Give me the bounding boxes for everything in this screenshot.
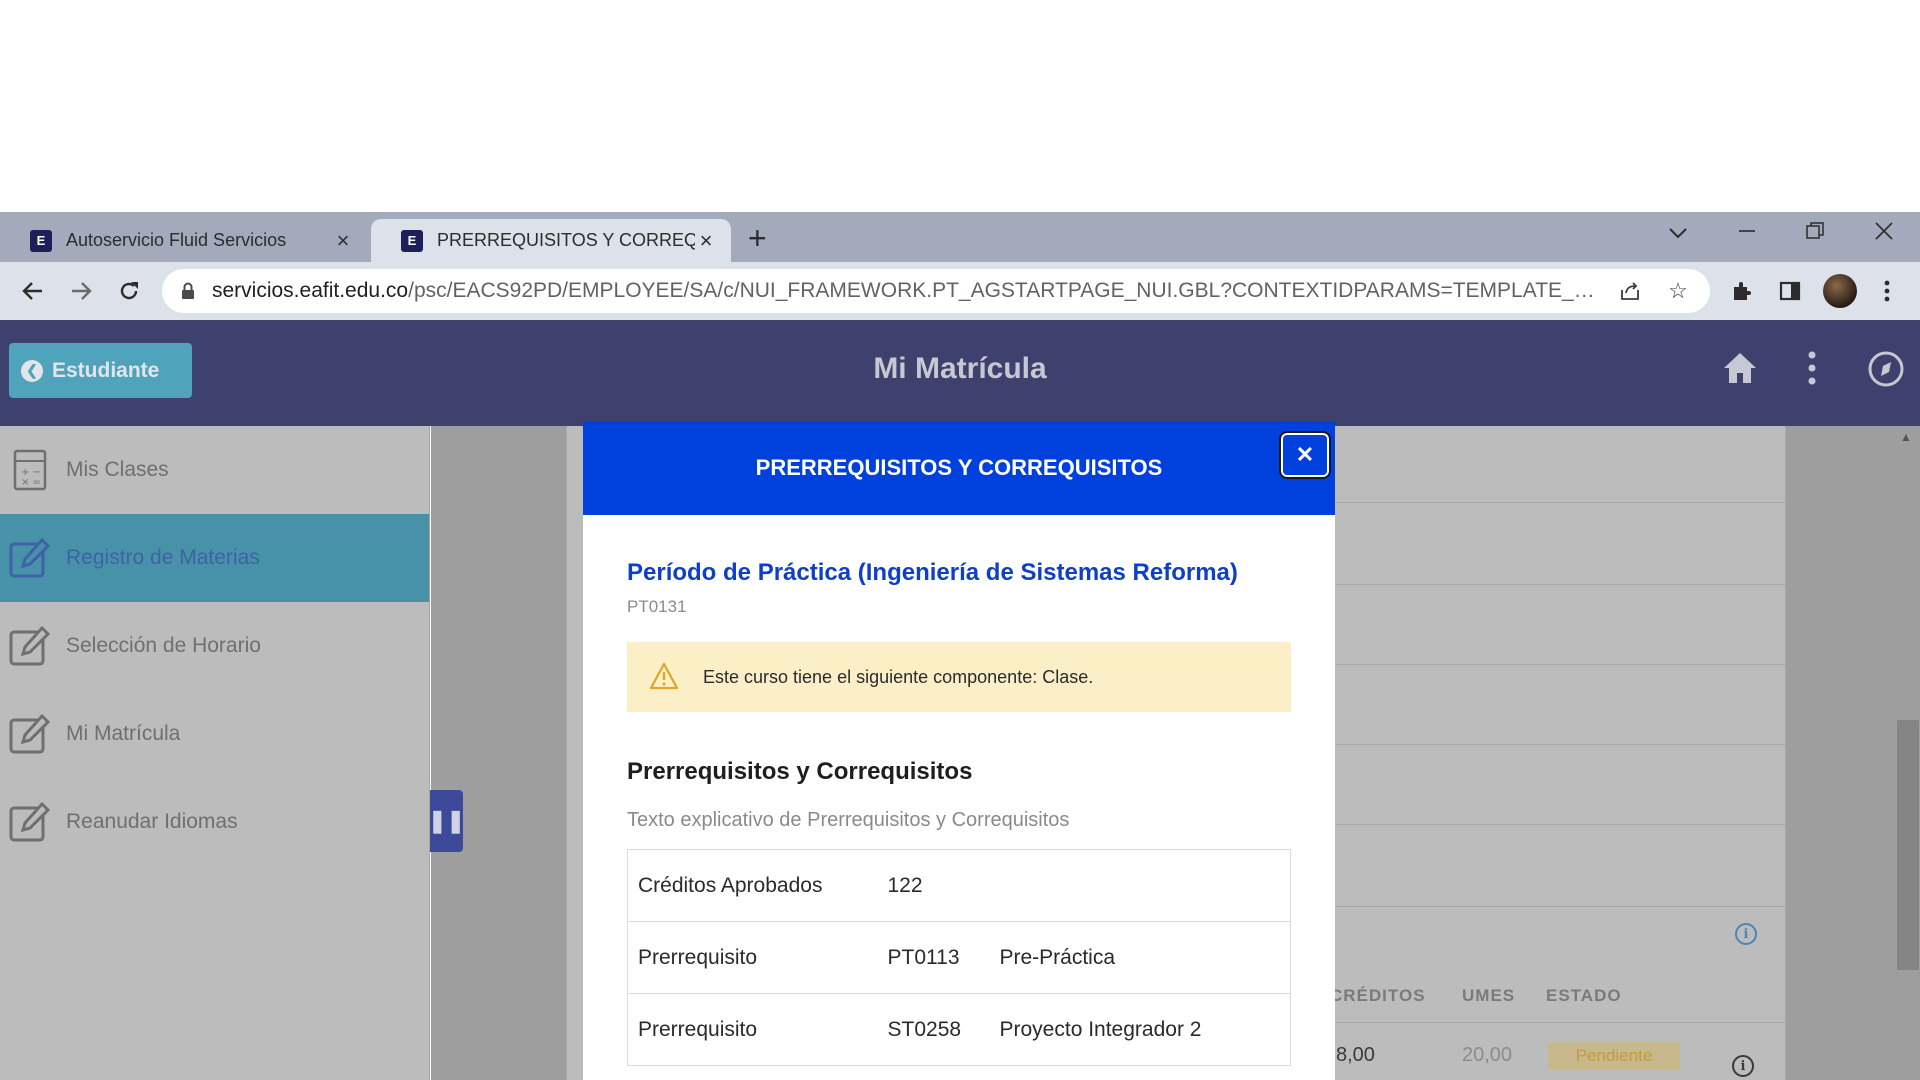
requisite-type: Prerrequisito bbox=[627, 993, 878, 1066]
prerequisites-modal: PRERREQUISITOS Y CORREQUISITOS ✕ Período… bbox=[583, 421, 1335, 1080]
browser-tab-autoservicio[interactable]: E Autoservicio Fluid Servicios × bbox=[0, 219, 368, 262]
url-path: /psc/EACS92PD/EMPLOYEE/SA/c/NUI_FRAMEWOR… bbox=[408, 279, 1596, 302]
svg-text:× =: × = bbox=[21, 477, 41, 488]
requisite-name: Proyecto Integrador 2 bbox=[989, 993, 1291, 1066]
sidebar-item-registro-de-materias[interactable]: Registro de Materias bbox=[0, 514, 429, 602]
requisite-name: Pre-Práctica bbox=[989, 921, 1291, 994]
row-divider bbox=[1336, 1022, 1786, 1023]
tab-title: Autoservicio Fluid Servicios bbox=[66, 230, 287, 250]
side-panel-icon[interactable] bbox=[1773, 274, 1807, 308]
row-divider bbox=[1336, 664, 1786, 665]
sidebar-item-label: Reanudar Idiomas bbox=[66, 810, 238, 833]
requisite-type: Prerrequisito bbox=[627, 921, 878, 994]
cell-creditos: 8,00 bbox=[1336, 1044, 1375, 1066]
close-tab-icon[interactable]: × bbox=[332, 228, 354, 253]
requisite-code: PT0113 bbox=[877, 921, 990, 994]
collapse-sidebar-handle[interactable]: ❚❚ bbox=[428, 790, 465, 852]
component-alert: Este curso tiene el siguiente componente… bbox=[627, 642, 1291, 712]
requisites-table: Créditos Aprobados 122 Prerrequisito PT0… bbox=[627, 849, 1291, 1066]
section-description: Texto explicativo de Prerrequisitos y Co… bbox=[627, 809, 1070, 831]
eafit-favicon-icon: E bbox=[30, 229, 52, 252]
edit-icon bbox=[8, 800, 52, 844]
course-title: Período de Práctica (Ingeniería de Siste… bbox=[627, 559, 1238, 586]
share-icon[interactable] bbox=[1616, 277, 1644, 305]
table-row: Prerrequisito ST0258 Proyecto Integrador… bbox=[627, 993, 1291, 1066]
column-header-umes: UMES bbox=[1462, 986, 1516, 1005]
modal-close-button[interactable]: ✕ bbox=[1279, 431, 1331, 479]
home-icon[interactable] bbox=[1722, 350, 1758, 391]
restore-icon[interactable] bbox=[1806, 220, 1824, 246]
navbar-compass-icon[interactable] bbox=[1867, 350, 1905, 393]
profile-avatar[interactable] bbox=[1823, 274, 1857, 308]
browser-menu-icon[interactable] bbox=[1870, 274, 1904, 308]
eafit-favicon-icon: E bbox=[401, 229, 423, 252]
course-code: PT0131 bbox=[627, 597, 687, 616]
browser-tab-prerrequisitos[interactable]: E PRERREQUISITOS Y CORREQUISITOS × bbox=[371, 219, 731, 262]
browser-tab-strip: E Autoservicio Fluid Servicios × E PRERR… bbox=[0, 212, 1920, 262]
scroll-up-arrow-icon[interactable]: ▲ bbox=[1900, 430, 1912, 444]
minimize-icon[interactable] bbox=[1738, 220, 1756, 246]
sidebar-item-label: Mis Clases bbox=[66, 458, 169, 481]
url-text: servicios.eafit.edu.co/psc/EACS92PD/EMPL… bbox=[212, 279, 1596, 303]
bookmark-star-icon[interactable]: ☆ bbox=[1664, 277, 1692, 305]
forward-arrow-icon[interactable] bbox=[64, 274, 98, 308]
section-title: Prerrequisitos y Correquisitos bbox=[627, 758, 973, 785]
requisite-code: ST0258 bbox=[877, 993, 990, 1066]
row-divider bbox=[1336, 584, 1786, 585]
sidebar: + − × = Mis Clases Registro de Materias S… bbox=[0, 426, 430, 1080]
blank-area bbox=[0, 0, 1920, 212]
row-divider bbox=[1336, 502, 1786, 503]
cell-umes: 20,00 bbox=[1462, 1044, 1513, 1066]
tab-title: PRERREQUISITOS Y CORREQUISITOS bbox=[437, 230, 695, 250]
sidebar-item-mis-clases[interactable]: + − × = Mis Clases bbox=[0, 426, 429, 514]
row-divider bbox=[1336, 744, 1786, 745]
window-close-icon[interactable] bbox=[1875, 220, 1893, 246]
url-host: servicios.eafit.edu.co bbox=[212, 279, 409, 302]
edit-icon bbox=[8, 712, 52, 756]
calculator-icon: + − × = bbox=[8, 448, 52, 492]
modal-header: PRERREQUISITOS Y CORREQUISITOS bbox=[583, 421, 1335, 515]
scrollbar-thumb[interactable] bbox=[1897, 720, 1919, 970]
table-row: Créditos Aprobados 122 bbox=[627, 849, 1291, 922]
address-bar[interactable]: servicios.eafit.edu.co/psc/EACS92PD/EMPL… bbox=[162, 269, 1710, 313]
info-icon[interactable]: i bbox=[1732, 1055, 1754, 1077]
new-tab-plus-icon[interactable]: + bbox=[748, 222, 767, 254]
lock-icon bbox=[180, 282, 198, 300]
sidebar-item-label: Selección de Horario bbox=[66, 634, 261, 657]
modal-title: PRERREQUISITOS Y CORREQUISITOS bbox=[755, 455, 1163, 480]
column-header-estado: ESTADO bbox=[1546, 986, 1622, 1005]
back-arrow-icon[interactable] bbox=[16, 274, 50, 308]
row-divider bbox=[1336, 906, 1786, 907]
alert-text: Este curso tiene el siguiente componente… bbox=[703, 666, 1094, 687]
edit-icon bbox=[8, 624, 52, 668]
edit-icon bbox=[8, 536, 52, 580]
close-tab-icon[interactable]: × bbox=[695, 228, 717, 253]
requisite-name bbox=[989, 849, 1291, 922]
actions-menu-icon[interactable] bbox=[1807, 350, 1817, 391]
table-row: Prerrequisito PT0113 Pre-Práctica bbox=[627, 921, 1291, 994]
requisite-code: 122 bbox=[877, 849, 990, 922]
sidebar-item-reanudar-idiomas[interactable]: Reanudar Idiomas bbox=[0, 778, 429, 866]
warning-icon bbox=[649, 662, 679, 692]
tab-search-chevron-icon[interactable] bbox=[1668, 220, 1688, 246]
extensions-puzzle-icon[interactable] bbox=[1725, 274, 1759, 308]
reload-icon[interactable] bbox=[112, 274, 146, 308]
sidebar-item-label: Mi Matrícula bbox=[66, 722, 181, 745]
sidebar-item-mi-matricula[interactable]: Mi Matrícula bbox=[0, 690, 429, 778]
info-icon[interactable]: i bbox=[1735, 923, 1757, 945]
row-divider bbox=[1336, 824, 1786, 825]
column-header-creditos: CRÉDITOS bbox=[1330, 986, 1426, 1005]
sidebar-item-label: Registro de Materias bbox=[66, 546, 260, 569]
page-title: Mi Matrícula bbox=[873, 352, 1047, 385]
sidebar-item-seleccion-de-horario[interactable]: Selección de Horario bbox=[0, 602, 429, 690]
status-badge: Pendiente bbox=[1548, 1042, 1680, 1070]
requisite-type: Créditos Aprobados bbox=[627, 849, 878, 922]
